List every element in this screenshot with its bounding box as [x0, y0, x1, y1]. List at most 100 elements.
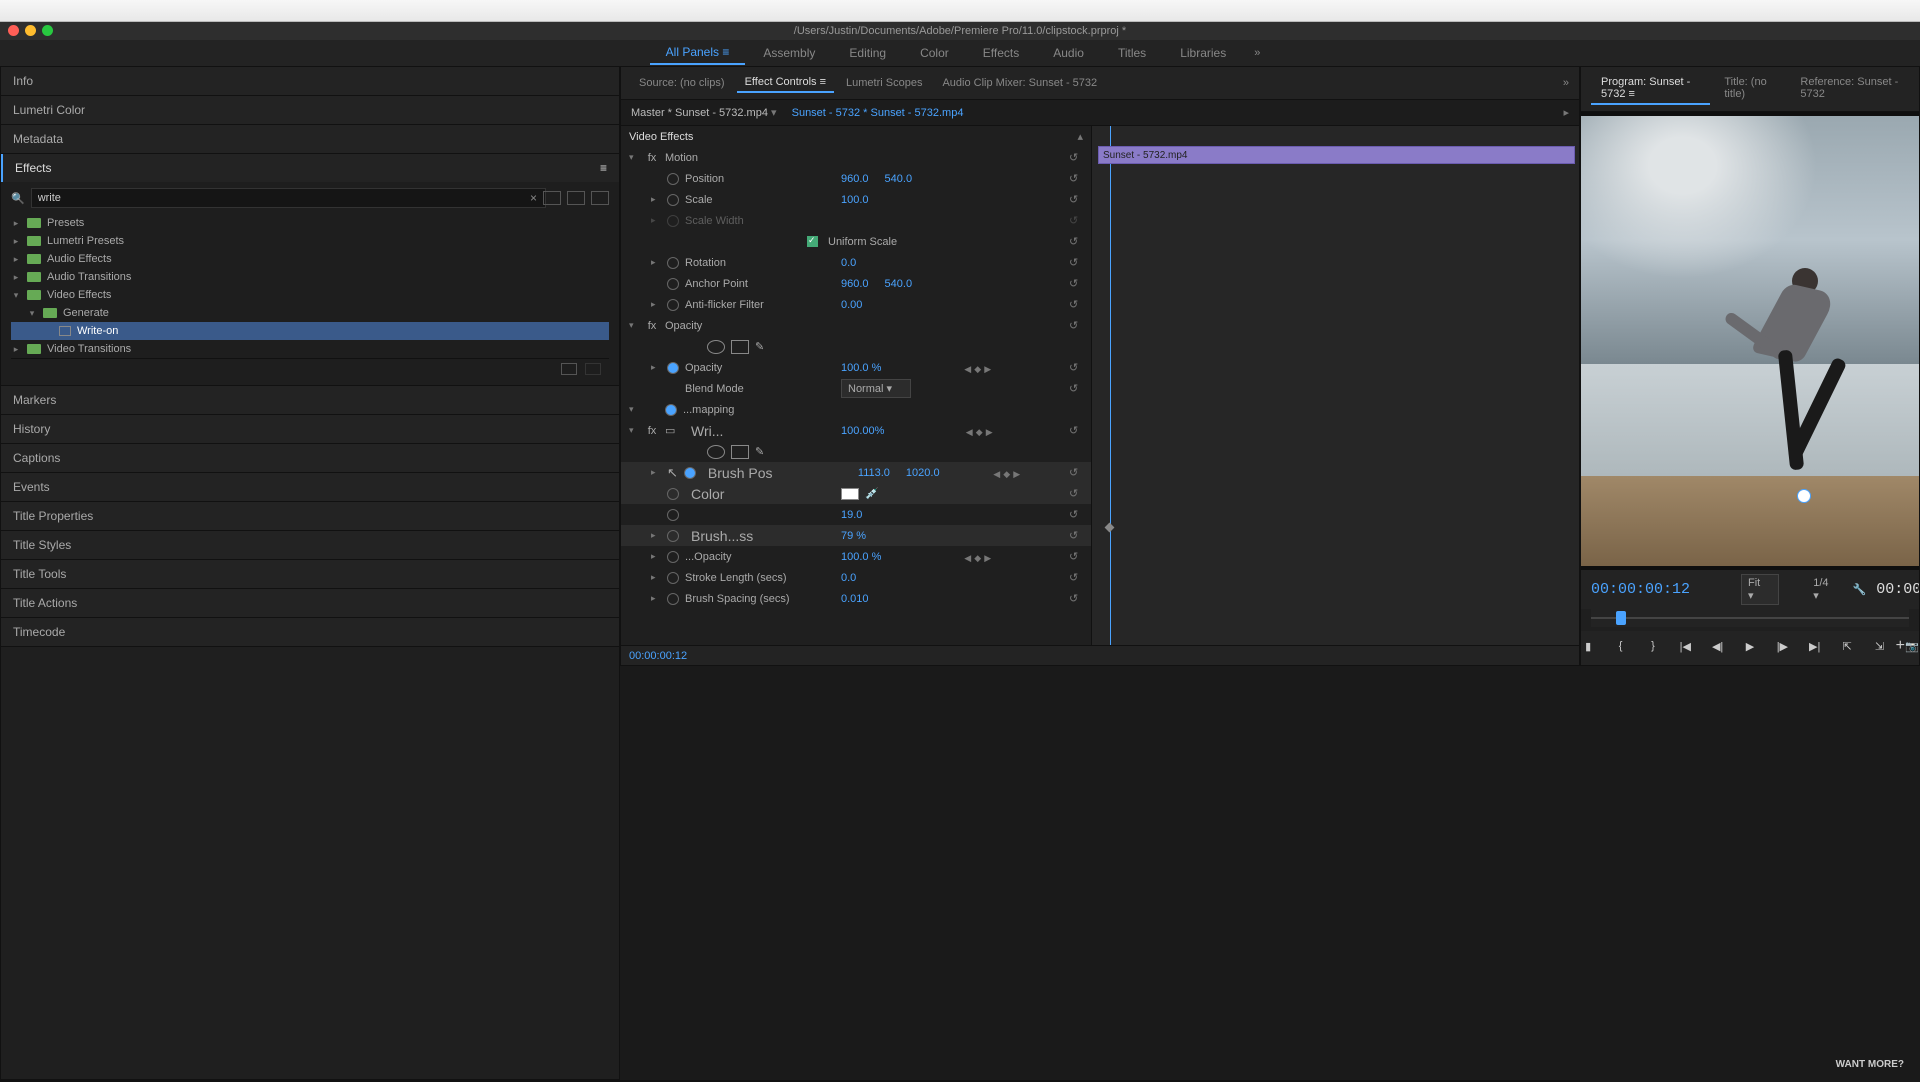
workspace-tab[interactable]: Libraries	[1164, 42, 1242, 64]
workspace-tab[interactable]: Effects	[967, 42, 1035, 64]
prop-antiflicker[interactable]: ▸ Anti-flicker Filter 0.00 ↺	[621, 294, 1091, 315]
tab-lumetri-scopes[interactable]: Lumetri Scopes	[838, 74, 930, 92]
panel-title-actions[interactable]: Title Actions	[1, 589, 619, 617]
panel-effects[interactable]: Effects≡	[1, 154, 619, 182]
prop-color[interactable]: Color 💉 ↺	[621, 483, 1091, 504]
video-effects-header[interactable]: Video Effects▴	[621, 126, 1091, 147]
zoom-button[interactable]	[42, 25, 53, 36]
fx-writeon[interactable]: ▾fx ▭ Wri... 100.00% ◀◆▶ ↺	[621, 420, 1091, 441]
brush-position-handle[interactable]	[1797, 489, 1811, 503]
panel-lumetri[interactable]: Lumetri Color	[1, 96, 619, 124]
effect-folder[interactable]: ▸Audio Transitions	[11, 268, 609, 286]
filter-32-icon[interactable]	[567, 191, 585, 205]
play-button[interactable]: ▶	[1743, 637, 1757, 655]
panel-title-props[interactable]: Title Properties	[1, 502, 619, 530]
panel-title-styles[interactable]: Title Styles	[1, 531, 619, 559]
new-bin-button[interactable]	[561, 363, 577, 375]
prop-brush-hardness[interactable]: ▸ Brush...ss 79 % ↺	[621, 525, 1091, 546]
effect-folder[interactable]: ▾Generate	[11, 304, 609, 322]
playhead-icon[interactable]	[1616, 611, 1626, 625]
panel-timecode[interactable]: Timecode	[1, 618, 619, 646]
keyframe-icon[interactable]	[1105, 523, 1115, 533]
prop-brush-position[interactable]: ▸ ↖ Brush Pos 1113.0 1020.0 ◀◆▶ ↺	[621, 462, 1091, 483]
ec-timecode[interactable]: 00:00:00:12	[621, 645, 1579, 665]
effects-search-input[interactable]	[31, 188, 546, 208]
blend-mode-select[interactable]: Normal ▾	[841, 379, 911, 398]
workspace-tab[interactable]: Titles	[1102, 42, 1162, 64]
prop-position[interactable]: Position 960.0 540.0 ↺	[621, 168, 1091, 189]
reset-icon[interactable]: ↺	[1069, 151, 1083, 165]
workspace-tab[interactable]: All Panels ≡	[650, 41, 746, 65]
program-scrubber[interactable]	[1591, 609, 1909, 627]
program-tc-current[interactable]: 00:00:00:12	[1591, 581, 1731, 598]
button-editor[interactable]: +	[1896, 637, 1905, 655]
panel-captions[interactable]: Captions	[1, 444, 619, 472]
go-to-in-button[interactable]: |◀	[1678, 637, 1692, 655]
clear-search-button[interactable]: ×	[530, 191, 537, 205]
prop-rotation[interactable]: ▸ Rotation 0.0 ↺	[621, 252, 1091, 273]
workspace-tab[interactable]: Audio	[1037, 42, 1100, 64]
filter-accel-icon[interactable]	[543, 191, 561, 205]
rect-mask-icon[interactable]	[731, 445, 749, 459]
pen-mask-icon[interactable]: ✎	[755, 445, 773, 459]
prop-blend-mode[interactable]: Blend Mode Normal ▾ ↺	[621, 378, 1091, 399]
ec-master-clip[interactable]: Master * Sunset - 5732.mp4	[631, 107, 768, 119]
ec-sequence-clip[interactable]: Sunset - 5732 * Sunset - 5732.mp4	[792, 107, 964, 119]
workspace-tab[interactable]: Assembly	[747, 42, 831, 64]
panel-history[interactable]: History	[1, 415, 619, 443]
panel-events[interactable]: Events	[1, 473, 619, 501]
prop-uniform-scale[interactable]: Uniform Scale ↺	[621, 231, 1091, 252]
program-viewer[interactable]	[1581, 112, 1919, 570]
go-to-out-button[interactable]: ▶|	[1808, 637, 1822, 655]
panel-metadata[interactable]: Metadata	[1, 125, 619, 153]
prop-anchor[interactable]: Anchor Point 960.0 540.0 ↺	[621, 273, 1091, 294]
close-button[interactable]	[8, 25, 19, 36]
effect-folder[interactable]: ▸Video Transitions	[11, 340, 609, 358]
prop-opacity[interactable]: ▸ Opacity 100.0 % ◀◆▶ ↺	[621, 357, 1091, 378]
effect-folder[interactable]: ▾Video Effects	[11, 286, 609, 304]
tab-title[interactable]: Title: (no title)	[1714, 73, 1786, 105]
resolution-select[interactable]: 1/4 ▾	[1799, 577, 1842, 602]
mark-out-button[interactable]: {	[1613, 637, 1627, 655]
mark-in-button[interactable]: ▮	[1581, 637, 1595, 655]
filter-yuv-icon[interactable]	[591, 191, 609, 205]
effect-folder[interactable]: ▸Lumetri Presets	[11, 232, 609, 250]
ellipse-mask-icon[interactable]	[707, 340, 725, 354]
settings-icon[interactable]: 🔧	[1853, 583, 1867, 596]
ec-mini-timeline[interactable]: Sunset - 5732.mp4	[1091, 126, 1579, 645]
pen-mask-icon[interactable]: ✎	[755, 340, 773, 354]
eyedropper-icon[interactable]: 💉	[865, 487, 879, 500]
prop-brush-opacity[interactable]: ▸ ...Opacity 100.0 % ◀◆▶ ↺	[621, 546, 1091, 567]
delete-button[interactable]	[585, 363, 601, 375]
tab-program[interactable]: Program: Sunset - 5732 ≡	[1591, 73, 1710, 105]
color-swatch[interactable]	[841, 488, 859, 500]
step-back-button[interactable]: ◀|	[1710, 637, 1724, 655]
tab-reference[interactable]: Reference: Sunset - 5732	[1790, 73, 1909, 105]
tab-source[interactable]: Source: (no clips)	[631, 74, 733, 92]
lift-button[interactable]: ⇱	[1840, 637, 1854, 655]
stopwatch-icon[interactable]	[667, 173, 679, 185]
workspace-tab[interactable]: Color	[904, 42, 965, 64]
ec-clip-bar[interactable]: Sunset - 5732.mp4	[1098, 146, 1575, 164]
zoom-select[interactable]: Fit ▾	[1741, 574, 1779, 605]
panel-title-tools[interactable]: Title Tools	[1, 560, 619, 588]
checkbox-icon[interactable]	[807, 236, 818, 247]
prop-brush-spacing[interactable]: ▸ Brush Spacing (secs) 0.010 ↺	[621, 588, 1091, 609]
panel-info[interactable]: Info	[1, 67, 619, 95]
extract-button[interactable]: ⇲	[1872, 637, 1886, 655]
effect-folder[interactable]: ▸Presets	[11, 214, 609, 232]
panel-markers[interactable]: Markers	[1, 386, 619, 414]
tab-effect-controls[interactable]: Effect Controls ≡	[737, 73, 834, 93]
mark-clip-button[interactable]: }	[1646, 637, 1660, 655]
prop-stroke-length[interactable]: ▸ Stroke Length (secs) 0.0 ↺	[621, 567, 1091, 588]
fx-motion[interactable]: ▾fx Motion ↺	[621, 147, 1091, 168]
prop-brush-size[interactable]: 19.0 ↺	[621, 504, 1091, 525]
export-frame-button[interactable]: 📷	[1905, 637, 1919, 655]
prop-scale[interactable]: ▸ Scale 100.0 ↺	[621, 189, 1091, 210]
step-forward-button[interactable]: |▶	[1775, 637, 1789, 655]
workspace-overflow[interactable]: »	[1244, 47, 1270, 59]
fx-timeremap[interactable]: ▾ ...mapping	[621, 399, 1091, 420]
effect-folder[interactable]: ▸Audio Effects	[11, 250, 609, 268]
panel-overflow[interactable]: »	[1563, 77, 1569, 89]
ellipse-mask-icon[interactable]	[707, 445, 725, 459]
